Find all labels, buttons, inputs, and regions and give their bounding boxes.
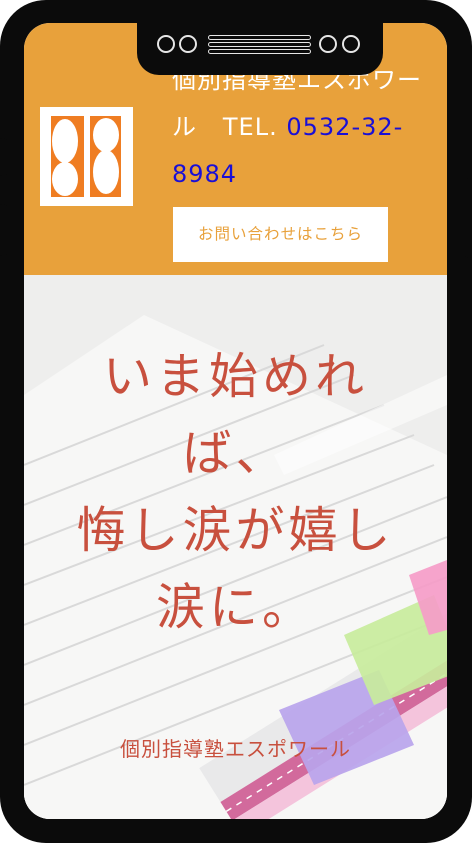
volume-button [0, 204, 7, 256]
headline-line: ば、 [182, 425, 289, 482]
espoir-logo-icon[interactable] [40, 107, 133, 206]
site-title: 個別指導塾エスポワール TEL. 0532-32-8984 [172, 57, 432, 198]
camera-icon [179, 35, 197, 53]
camera-icon [342, 35, 360, 53]
headline-line: いま始めれ [102, 348, 368, 405]
hero-headline: いま始めれ ば、 悔し涙が嬉し 涙に。 [24, 338, 447, 646]
volume-button [0, 138, 7, 176]
phone-notch [137, 23, 383, 75]
speaker-icon [208, 35, 311, 56]
headline-line: 悔し涙が嬉し [76, 502, 395, 559]
contact-button[interactable]: お問い合わせはこちら [173, 207, 388, 262]
camera-icon [319, 35, 337, 53]
hero-subtitle: 個別指導塾エスポワール [120, 737, 351, 761]
tel-label: TEL. [222, 113, 278, 141]
screen: 個別指導塾エスポワール TEL. 0532-32-8984 お問い合わせはこちら [24, 23, 447, 819]
power-button [465, 178, 472, 258]
camera-icon [157, 35, 175, 53]
headline-line: 涙に。 [155, 579, 315, 636]
phone-frame: 個別指導塾エスポワール TEL. 0532-32-8984 お問い合わせはこちら [0, 0, 472, 843]
